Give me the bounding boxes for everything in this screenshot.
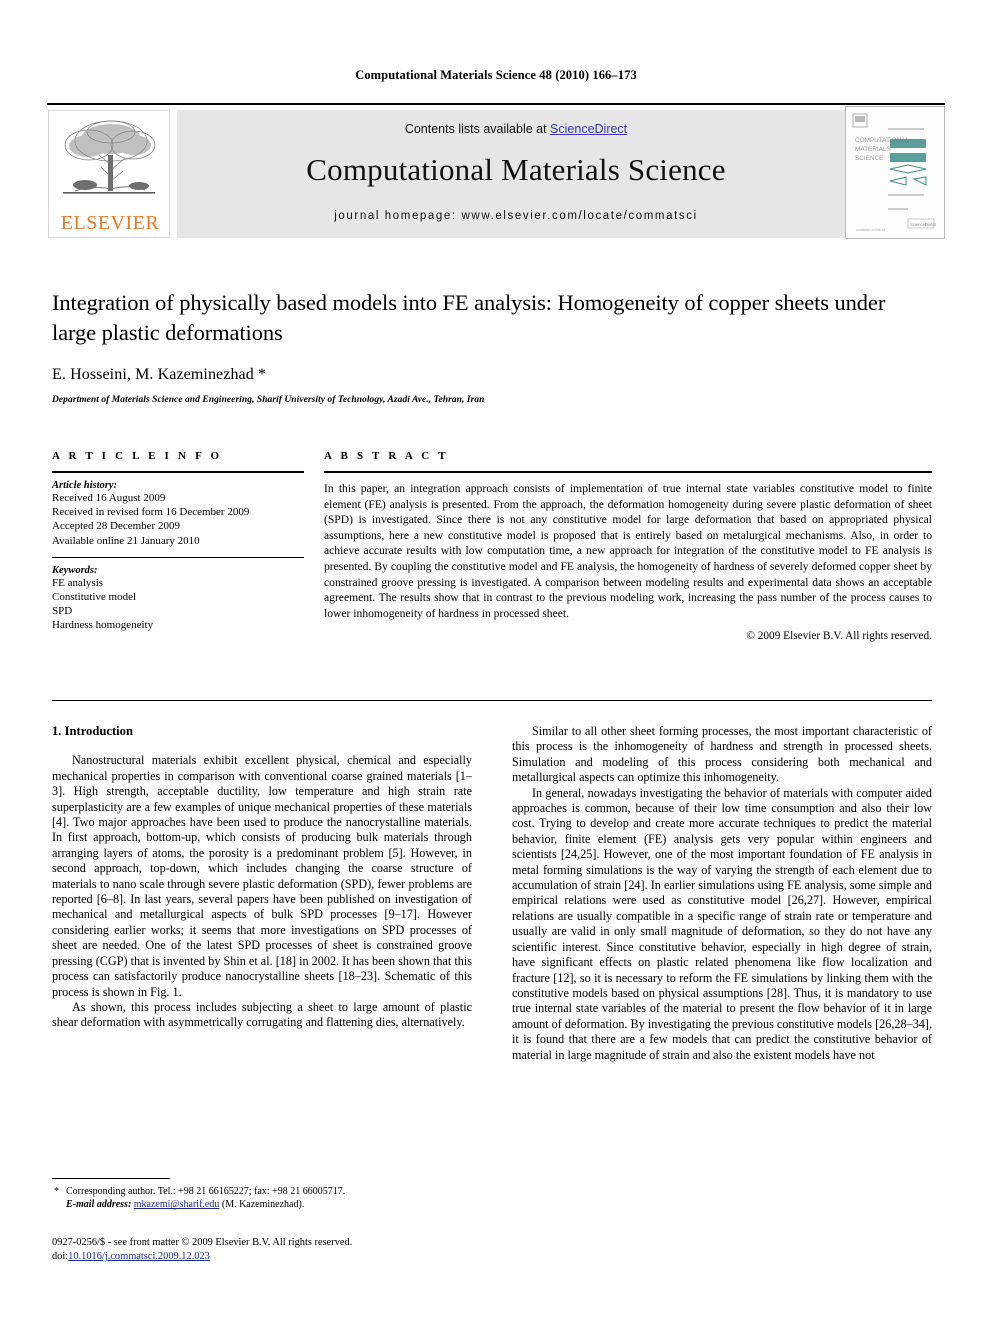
keyword-item: Hardness homogeneity [52,619,154,632]
keywords-divider [52,556,304,558]
copyright-line: © 2009 Elsevier B.V. All rights reserved… [746,630,932,643]
history-item: Received in revised form 16 December 200… [52,506,250,519]
info-abstract-section: A R T I C L E I N F O Article history: R… [52,450,932,690]
keywords-label: Keywords: [52,564,98,576]
history-item: Received 16 August 2009 [52,492,166,504]
paper-page: Computational Materials Science 48 (2010… [0,0,992,1323]
corresponding-author-footnote: * Corresponding author. Tel.: +98 21 6616… [52,1178,472,1212]
doi-label: doi: [52,1251,69,1262]
paragraph: As shown, this process includes subjecti… [52,999,472,1030]
email-owner: (M. Kazeminezhad). [221,1199,305,1211]
body-column-right: Similar to all other sheet forming proce… [512,724,932,1063]
paragraph: In general, nowadays investigating the b… [512,785,932,1062]
abstract-rule [324,471,932,473]
abstract-text: In this paper, an integration approach c… [324,482,932,620]
footnote-rule [52,1178,170,1179]
elsevier-tree-icon [63,120,156,194]
svg-text:SCIENCE: SCIENCE [855,155,883,162]
journal-title: Computational Materials Science [306,152,726,187]
footnote-marker: * [54,1186,59,1197]
keyword-item: Constitutive model [52,591,137,604]
paragraph: Nanostructural materials exhibit excelle… [52,753,472,999]
journal-cover-thumbnail: COMPUTATIONAL MATERIALS SCIENCE ScienceD… [845,106,945,239]
section-title-introduction: 1. Introduction [52,724,133,738]
footnote-contact-line: * Corresponding author. Tel.: +98 21 6616… [52,1185,472,1198]
cover-artwork: COMPUTATIONAL MATERIALS SCIENCE ScienceD… [846,107,944,238]
body-column-left: 1. Introduction Nanostructural materials… [52,724,472,1031]
contents-available-line: Contents lists available at ScienceDirec… [177,122,855,136]
abstract-column: A B S T R A C T In this paper, an integr… [324,450,932,642]
history-item: Available online 21 January 2010 [52,534,200,547]
keyword-item: FE analysis [52,576,104,589]
doi-link[interactable]: 10.1016/j.commatsci.2009.12.023 [68,1251,210,1262]
running-head: Computational Materials Science 48 (2010… [355,68,637,82]
header-top-rule [47,103,945,105]
footnote-contact-text: Corresponding author. Tel.: +98 21 66165… [66,1186,346,1197]
article-history-label: Article history: [52,480,118,491]
sciencedirect-link[interactable]: ScienceDirect [550,122,627,136]
body-divider-rule [52,700,932,701]
email-label: E-mail address: [66,1199,132,1211]
svg-text:available online at: available online at [856,228,885,232]
paragraph: Similar to all other sheet forming proce… [512,724,932,785]
article-info-rule [52,471,304,473]
svg-text:MATERIALS: MATERIALS [855,146,891,153]
contents-prefix: Contents lists available at [404,122,551,136]
elsevier-wordmark: ELSEVIER [60,212,160,234]
footnote-email-line: E-mail address: mkazemi@sharif.edu (M. K… [52,1198,472,1211]
issn-doi-footer: 0927-0256/$ - see front matter © 2009 El… [52,1236,512,1264]
history-item: Accepted 28 December 2009 [52,520,180,533]
journal-banner: Contents lists available at ScienceDirec… [177,110,855,238]
title-block: Integration of physically based models i… [52,288,932,405]
page-title: Integration of physically based models i… [52,290,886,345]
elsevier-logo: ELSEVIER [48,110,170,238]
article-info-heading: A R T I C L E I N F O [52,450,223,462]
author-list: E. Hosseini, M. Kazeminezhad * [52,366,267,383]
journal-header: ELSEVIER Contents lists available at Sci… [47,103,945,243]
abstract-heading: A B S T R A C T [324,450,449,462]
journal-homepage-line[interactable]: journal homepage: www.elsevier.com/locat… [177,210,855,222]
doi-line: doi:10.1016/j.commatsci.2009.12.023 [52,1250,512,1264]
article-info-column: A R T I C L E I N F O Article history: R… [52,450,304,633]
email-link[interactable]: mkazemi@sharif.edu [134,1199,220,1210]
affiliation: Department of Materials Science and Engi… [52,395,485,405]
svg-text:ScienceDirect: ScienceDirect [910,222,937,227]
issn-line: 0927-0256/$ - see front matter © 2009 El… [52,1237,353,1248]
keyword-item: SPD [52,605,73,618]
